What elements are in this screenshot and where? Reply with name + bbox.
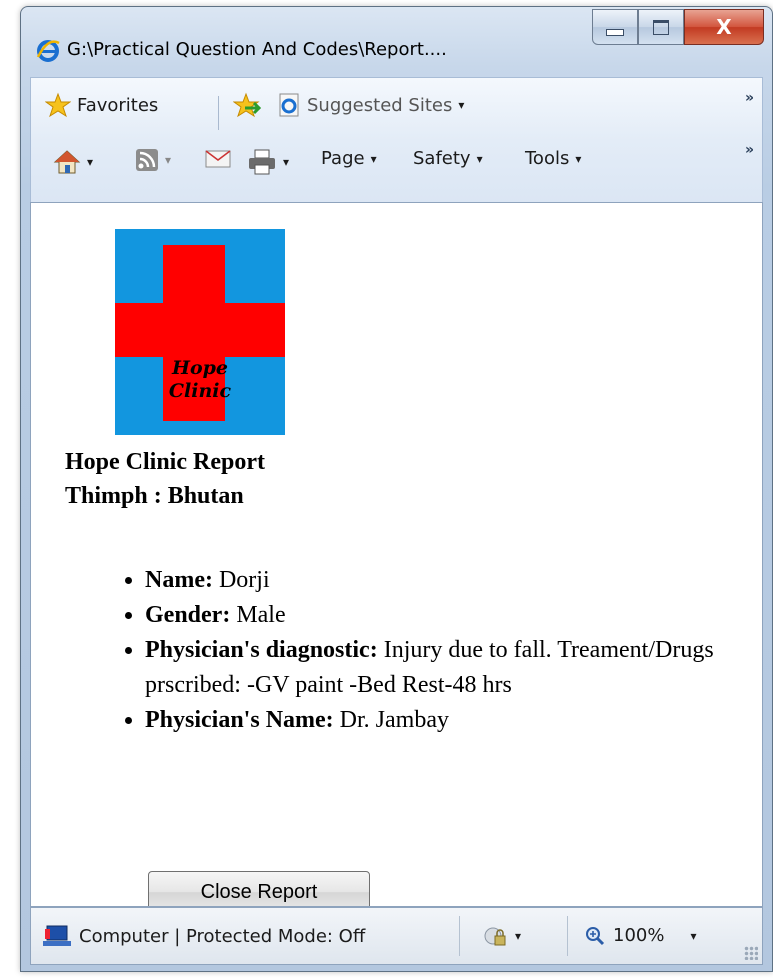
safety-menu-button[interactable]: Safety ▾ xyxy=(413,148,483,169)
chevron-down-icon: ▾ xyxy=(87,155,94,169)
chevron-down-icon: ▾ xyxy=(458,98,465,112)
hope-clinic-logo: Hope Clinic xyxy=(115,229,285,435)
page-menu-label: Page xyxy=(321,148,365,169)
add-favorite-icon xyxy=(233,92,261,118)
overflow-chevron-icon[interactable]: » xyxy=(745,90,754,106)
favorites-label: Favorites xyxy=(77,94,159,116)
chevron-down-icon: ▾ xyxy=(575,151,582,166)
chevron-down-icon: ▾ xyxy=(370,151,377,166)
rss-feed-icon xyxy=(136,149,158,171)
close-report-button[interactable]: Close Report xyxy=(148,871,370,906)
logo-text-line2: Clinic xyxy=(168,380,232,402)
feeds-button[interactable]: ▾ xyxy=(135,148,171,172)
suggested-sites-button[interactable]: Suggested Sites ▾ xyxy=(277,92,464,118)
tools-menu-label: Tools xyxy=(525,148,570,169)
suggested-sites-icon xyxy=(279,93,299,117)
list-item: Physician's Name: Dr. Jambay xyxy=(145,703,745,738)
favorites-button[interactable]: Favorites xyxy=(45,92,158,118)
list-item: Name: Dorji xyxy=(145,563,745,598)
toolbar-area: Favorites Suggested Sites ▾ » ▾ ▾ ▾ Page… xyxy=(30,77,763,203)
chevron-down-icon: ▾ xyxy=(165,153,172,167)
protected-mode-button[interactable]: ▾ xyxy=(483,925,521,947)
zoom-magnifier-icon xyxy=(586,926,605,945)
field-label-physician-name: Physician's Name: xyxy=(145,707,334,733)
status-bar: Computer | Protected Mode: Off ▾ 100% ▾ xyxy=(30,907,763,965)
security-zone[interactable]: Computer | Protected Mode: Off xyxy=(43,925,365,947)
home-button[interactable]: ▾ xyxy=(53,148,93,176)
chevron-down-icon: ▾ xyxy=(283,155,290,169)
chevron-down-icon: ▾ xyxy=(515,929,522,943)
status-separator xyxy=(459,916,460,956)
minimize-icon xyxy=(606,28,624,36)
favorites-bar: Favorites Suggested Sites ▾ » xyxy=(31,90,762,144)
list-item: Physician's diagnostic: Injury due to fa… xyxy=(145,633,745,703)
minimize-button[interactable] xyxy=(592,9,638,45)
close-icon: X xyxy=(716,15,732,39)
zoom-level: 100% xyxy=(613,925,665,946)
logo-text: Hope Clinic xyxy=(115,357,285,403)
report-title: Hope Clinic Report xyxy=(65,449,265,475)
overflow-chevron-icon[interactable]: » xyxy=(745,142,754,158)
report-details-list: Name: Dorji Gender: Male Physician's dia… xyxy=(121,563,745,738)
page-menu-button[interactable]: Page ▾ xyxy=(321,148,377,169)
title-bar[interactable]: G:\Practical Question And Codes\Report..… xyxy=(21,7,772,83)
chevron-down-icon: ▾ xyxy=(690,928,697,943)
page-content: Hope Clinic Hope Clinic Report Thimph : … xyxy=(30,202,763,907)
add-to-favorites-button[interactable] xyxy=(233,92,261,118)
chevron-down-icon: ▾ xyxy=(476,151,483,166)
field-value-physician-name: Dr. Jambay xyxy=(333,707,449,733)
field-label-name: Name: xyxy=(145,567,213,593)
suggested-sites-label: Suggested Sites xyxy=(307,94,453,116)
read-mail-button[interactable] xyxy=(205,148,231,170)
favorites-star-icon xyxy=(45,92,71,118)
zone-text: Computer | Protected Mode: Off xyxy=(79,925,366,947)
maximize-button[interactable] xyxy=(638,9,684,45)
field-label-diagnostic: Physician's diagnostic: xyxy=(145,637,378,663)
report-location: Thimph : Bhutan xyxy=(65,483,244,509)
field-value-name: Dorji xyxy=(212,567,270,593)
safety-menu-label: Safety xyxy=(413,148,471,169)
close-window-button[interactable]: X xyxy=(684,9,764,45)
logo-cross-horizontal xyxy=(115,303,285,357)
report-heading: Hope Clinic Report Thimph : Bhutan xyxy=(65,445,265,513)
logo-text-line1: Hope xyxy=(172,357,228,379)
window-title: G:\Practical Question And Codes\Report..… xyxy=(67,39,447,60)
window-controls: X xyxy=(592,9,764,45)
resize-grip-icon[interactable] xyxy=(744,946,758,960)
home-icon xyxy=(53,150,81,174)
command-bar: ▾ ▾ ▾ Page ▾ Safety ▾ Tools ▾ » xyxy=(31,142,762,200)
browser-window: G:\Practical Question And Codes\Report..… xyxy=(20,6,773,972)
toolbar-separator xyxy=(218,96,219,130)
internet-explorer-icon xyxy=(36,40,60,62)
tools-menu-button[interactable]: Tools ▾ xyxy=(525,148,581,169)
zoom-control[interactable]: 100% ▾ xyxy=(585,925,697,946)
list-item: Gender: Male xyxy=(145,598,745,633)
computer-icon xyxy=(43,925,71,946)
printer-icon xyxy=(249,149,275,175)
print-button[interactable]: ▾ xyxy=(247,148,289,176)
lock-security-icon xyxy=(484,927,506,946)
field-label-gender: Gender: xyxy=(145,602,231,628)
maximize-icon xyxy=(653,19,669,35)
field-value-gender: Male xyxy=(230,602,286,628)
mail-icon xyxy=(205,150,231,168)
status-separator xyxy=(567,916,568,956)
